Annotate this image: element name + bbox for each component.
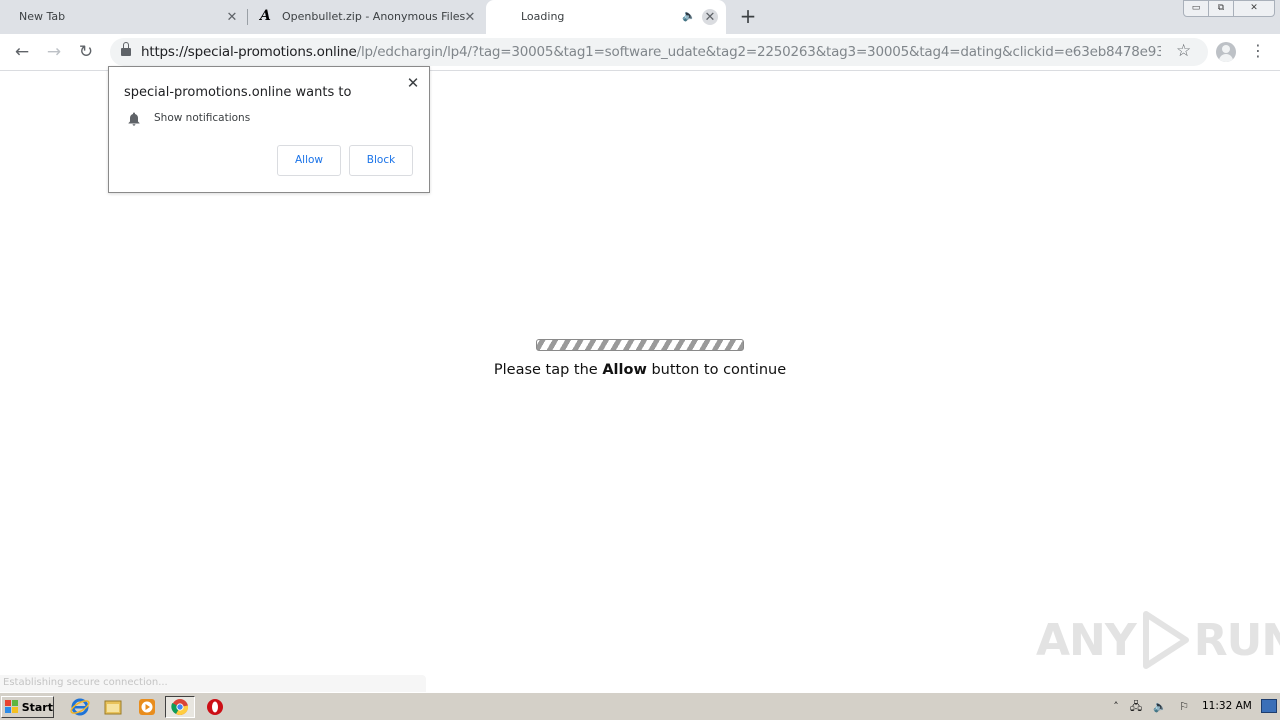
status-bubble: Establishing secure connection... <box>0 675 426 692</box>
folder-icon[interactable] <box>103 697 123 717</box>
tab-strip: New Tab ✕ A Openbullet.zip - Anonymous F… <box>0 0 1280 34</box>
network-icon[interactable]: 🖧 <box>1128 699 1144 715</box>
chrome-icon[interactable] <box>170 697 190 717</box>
bookmark-star-icon[interactable]: ☆ <box>1176 41 1191 61</box>
anonfiles-favicon-icon: A <box>260 8 271 24</box>
start-label: Start <box>21 700 53 714</box>
allow-button[interactable]: Allow <box>277 145 341 176</box>
media-player-icon[interactable] <box>137 697 157 717</box>
action-center-flag-icon[interactable]: ⚐ <box>1176 699 1192 715</box>
close-icon[interactable]: ✕ <box>405 75 421 91</box>
internet-explorer-icon[interactable] <box>70 697 90 717</box>
back-button[interactable]: ← <box>12 42 32 62</box>
system-tray: ˄ 🖧 🔈 ⚐ 11:32 AM <box>1106 696 1280 718</box>
maximize-button[interactable]: ⧉ <box>1208 0 1234 17</box>
url-host: https://special-promotions.online <box>141 44 357 60</box>
prompt-title: special-promotions.online wants to <box>124 85 352 100</box>
tab-new-tab[interactable]: New Tab ✕ <box>0 0 244 34</box>
bell-icon <box>128 112 140 126</box>
close-icon[interactable]: ✕ <box>462 9 478 25</box>
clock[interactable]: 11:32 AM <box>1202 700 1252 712</box>
tab-separator <box>247 9 248 25</box>
new-tab-button[interactable]: + <box>738 6 758 26</box>
tab-title: Openbullet.zip - Anonymous Files <box>282 10 466 23</box>
tab-title: Loading <box>521 10 565 23</box>
url-text[interactable]: https://special-promotions.online/lp/edc… <box>141 44 1161 60</box>
taskbar: Start ˄ 🖧 🔈 ⚐ 11:32 AM <box>0 692 1280 720</box>
window-close-button[interactable]: ✕ <box>1233 0 1275 17</box>
tab-title: New Tab <box>19 10 66 23</box>
loading-progress-bar <box>536 339 744 351</box>
chevron-up-icon[interactable]: ˄ <box>1108 699 1124 715</box>
url-path: /lp/edchargin/lp4/?tag=30005&tag1=softwa… <box>356 44 1161 60</box>
windows-logo-icon <box>5 700 19 714</box>
watermark-left: ANY <box>1036 614 1137 666</box>
instruction-text: Please tap the Allow button to continue <box>0 362 1280 378</box>
block-button[interactable]: Block <box>349 145 413 176</box>
anyrun-watermark: ANY RUN <box>1036 610 1280 670</box>
instruction-prefix: Please tap the <box>493 362 603 378</box>
tab-anonymous-files[interactable]: A Openbullet.zip - Anonymous Files ✕ <box>250 0 486 34</box>
profile-avatar-icon[interactable] <box>1216 42 1236 62</box>
menu-kebab-icon[interactable]: ⋮ <box>1250 40 1266 62</box>
show-desktop-icon[interactable] <box>1261 699 1277 713</box>
watermark-right: RUN <box>1193 614 1280 666</box>
tab-loading[interactable]: Loading 🔈 ✕ <box>486 0 726 34</box>
start-button[interactable]: Start <box>1 696 54 718</box>
instruction-bold: Allow <box>602 362 647 378</box>
forward-button[interactable]: → <box>44 42 64 62</box>
speaker-icon[interactable]: 🔈 <box>682 9 696 22</box>
browser-window: New Tab ✕ A Openbullet.zip - Anonymous F… <box>0 0 1280 692</box>
reload-button[interactable]: ↻ <box>76 42 96 62</box>
notification-permission-prompt: special-promotions.online wants to ✕ Sho… <box>108 66 430 193</box>
address-bar[interactable]: https://special-promotions.online/lp/edc… <box>110 38 1208 66</box>
volume-icon[interactable]: 🔈 <box>1152 699 1168 715</box>
minimize-button[interactable]: ▭ <box>1183 0 1209 17</box>
play-logo-icon <box>1142 611 1189 669</box>
instruction-suffix: button to continue <box>646 362 787 378</box>
permission-label: Show notifications <box>154 112 251 124</box>
opera-icon[interactable] <box>205 697 225 717</box>
lock-icon[interactable] <box>121 42 131 56</box>
close-icon[interactable]: ✕ <box>224 9 240 25</box>
close-icon[interactable]: ✕ <box>702 9 718 25</box>
